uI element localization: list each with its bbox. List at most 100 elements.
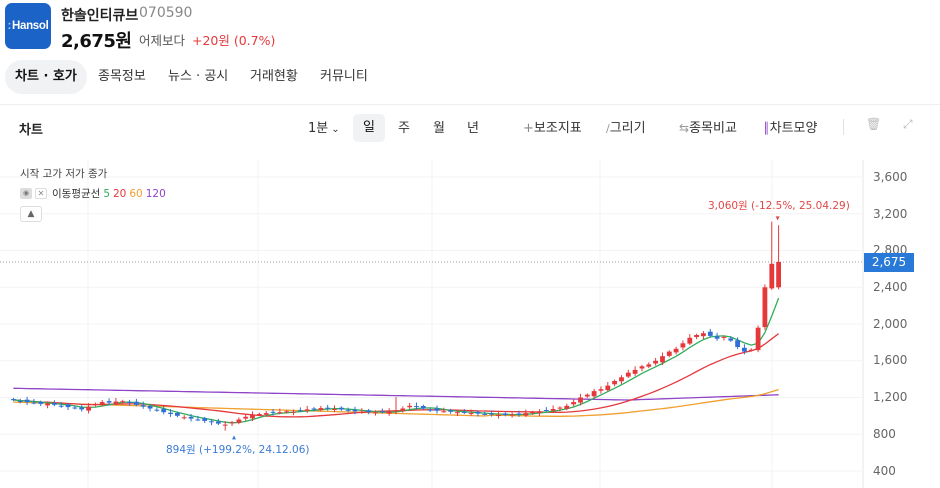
chevron-down-icon: ⌄ (331, 124, 340, 135)
chart-panel-title: 차트 (19, 123, 43, 138)
compare-button[interactable]: ⇆종목비교 (679, 117, 737, 136)
candle-body (181, 417, 187, 419)
candle-body (291, 411, 296, 413)
candle-body (653, 360, 658, 364)
candle-body (666, 351, 672, 356)
period-year-button[interactable]: 년 (467, 117, 479, 136)
candle-body (612, 381, 617, 385)
eye-icon[interactable]: ◉ (20, 188, 32, 199)
current-price-marker: 2,675 (864, 253, 914, 272)
candle-body (373, 412, 378, 414)
candle-body (414, 406, 419, 408)
candle-body (229, 422, 235, 424)
y-tick-label: 800 (873, 427, 896, 441)
drawing-button[interactable]: ∕그리기 (606, 117, 646, 136)
indicators-button[interactable]: +보조지표 (523, 117, 582, 136)
candle-body (127, 402, 132, 403)
candle-body (728, 338, 734, 341)
period-day-button[interactable]: 일 (353, 114, 385, 142)
y-tick-label: 3,200 (873, 207, 908, 221)
period-week-button[interactable]: 주 (398, 117, 410, 136)
candle-body (762, 287, 768, 328)
candle-body (769, 263, 775, 289)
candle-body (714, 336, 720, 339)
interval-dropdown[interactable]: 1분 ⌄ (308, 117, 340, 136)
candle-body (352, 409, 358, 412)
moving-average-legend: ◉ ✕ 이동평균선 5 20 60 120 (20, 186, 166, 200)
y-tick-label: 400 (873, 464, 896, 478)
candle-body (434, 408, 440, 411)
candle-body (632, 369, 638, 374)
candle-body (578, 397, 583, 403)
tab-stock-info[interactable]: 종목정보 (88, 60, 156, 94)
candle-body (776, 262, 781, 288)
candle-body (407, 405, 413, 408)
ma-60: 60 (129, 187, 143, 200)
candle-body (605, 385, 611, 391)
candle-body (11, 399, 16, 401)
candle-body (448, 410, 454, 412)
ohlc-legend: 시작 고가 저가 종가 (20, 168, 108, 180)
candle-body (168, 412, 173, 414)
candle-body (673, 348, 679, 353)
candle-body (701, 333, 706, 337)
price-change: +20원 (0.7%) (192, 33, 276, 48)
collapse-legend-button[interactable]: ▲ (20, 206, 42, 222)
candle-body (564, 405, 570, 409)
tab-community[interactable]: 커뮤니티 (310, 60, 378, 94)
candle-body (257, 414, 262, 415)
swap-icon: ⇆ (679, 121, 690, 135)
chart-toolbar: 차트 1분 ⌄ 일 주 월 년 +보조지표 ∕그리기 ⇆종목비교 ║차트모양 🗑 … (0, 105, 940, 149)
candle-body (65, 404, 71, 408)
candle-body (441, 411, 447, 413)
candle-body (591, 391, 597, 397)
candle-body (537, 411, 542, 413)
candle-body (735, 340, 740, 347)
candle-body (646, 364, 652, 367)
candle-body (386, 411, 392, 414)
candle-body (284, 411, 290, 413)
tab-chart-quote[interactable]: 차트 · 호가 (5, 60, 87, 94)
candle-body (707, 331, 713, 336)
candle-body (99, 402, 105, 405)
trash-icon[interactable]: 🗑 (866, 117, 881, 131)
tab-news-disclosure[interactable]: 뉴스 · 공시 (158, 60, 238, 94)
candle-body (489, 413, 495, 415)
candle-body (161, 408, 167, 413)
expand-icon[interactable]: ⤢ (903, 117, 913, 132)
candle-body (619, 377, 624, 382)
candle-body (134, 401, 139, 405)
y-tick-label: 1,200 (873, 390, 908, 404)
tab-trading-status[interactable]: 거래현황 (240, 60, 308, 94)
y-tick-label: 2,000 (873, 317, 908, 331)
candle-body (742, 347, 747, 352)
candle-body (359, 411, 365, 413)
candle-body (277, 412, 283, 414)
ma-20: 20 (113, 187, 127, 200)
candle-body (263, 413, 269, 415)
candle-body (147, 406, 153, 409)
candle-body (250, 415, 255, 419)
candle-body (748, 349, 754, 351)
current-price: 2,675원 (61, 31, 132, 52)
vs-yesterday-label: 어제보다 (139, 33, 186, 48)
candle-body (236, 419, 242, 423)
close-icon[interactable]: ✕ (35, 188, 47, 199)
candle-body (427, 409, 433, 411)
chart-style-button[interactable]: ║차트모양 (763, 117, 817, 136)
candle-body (345, 409, 351, 411)
candle-body (694, 335, 699, 338)
ma-5: 5 (103, 187, 110, 200)
candle-body (516, 413, 522, 415)
candle-body (509, 414, 515, 416)
period-month-button[interactable]: 월 (433, 117, 445, 136)
candle-body (24, 399, 30, 403)
candle-body (209, 421, 214, 423)
ma-120: 120 (145, 187, 166, 200)
candle-body (550, 409, 556, 411)
high-annotation: 3,060원 (-12.5%, 25.04.29) (708, 200, 850, 212)
candle-body (598, 389, 604, 391)
stock-name: 한솔인티큐브 (61, 8, 139, 24)
high-marker-icon: ▾ (776, 214, 780, 223)
candle-body (58, 405, 64, 407)
